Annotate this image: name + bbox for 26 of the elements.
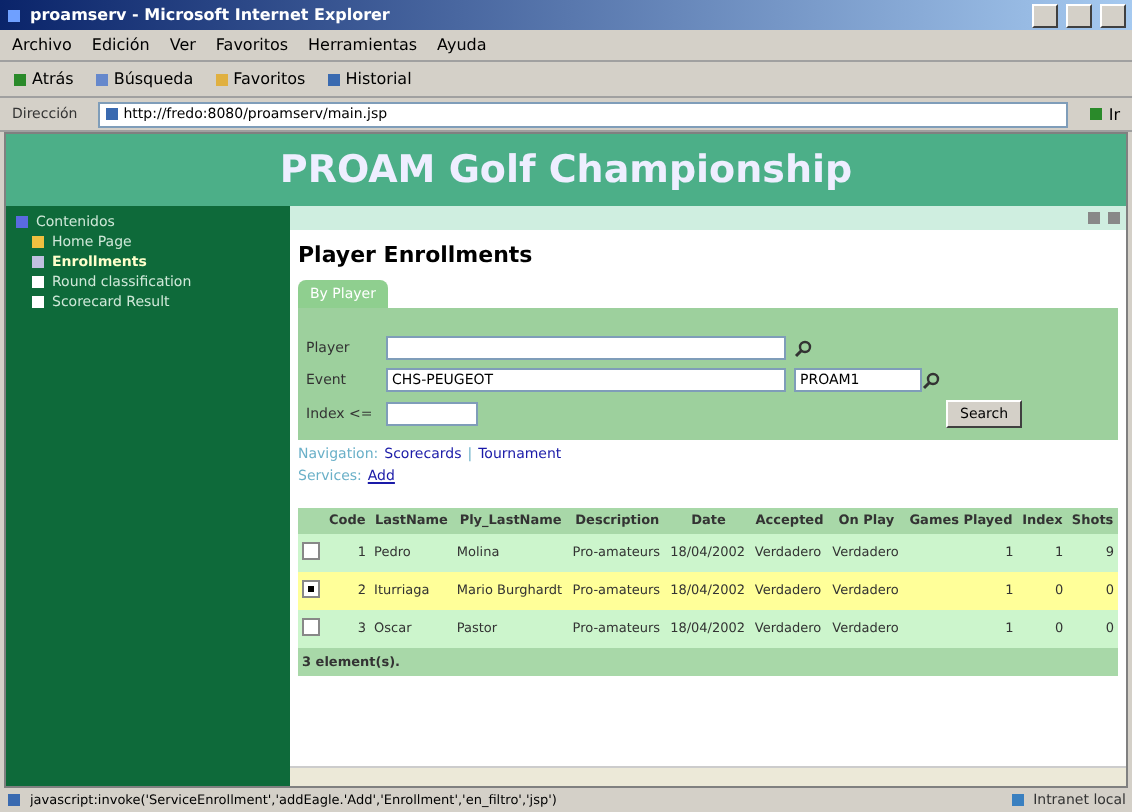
menu-item[interactable]: Ayuda xyxy=(437,36,487,54)
menu-item[interactable]: Favoritos xyxy=(215,36,289,54)
toolbar-button[interactable]: Búsqueda xyxy=(93,70,194,88)
toolbar-button[interactable]: Favoritos xyxy=(213,70,306,88)
toolbar-button[interactable]: Historial xyxy=(325,70,412,88)
menu-item[interactable]: Herramientas xyxy=(308,36,418,54)
row-checkbox[interactable] xyxy=(302,542,320,561)
close-button[interactable] xyxy=(1100,3,1126,27)
menu-item[interactable]: Archivo xyxy=(12,36,72,54)
maximize-button[interactable] xyxy=(1066,3,1092,27)
row-checkbox[interactable] xyxy=(302,618,320,637)
search-icon[interactable] xyxy=(922,371,940,389)
horizontal-scrollbar[interactable] xyxy=(290,766,1126,786)
banner-title: PROAM Golf Championship xyxy=(6,134,1126,206)
menu-item[interactable]: Ver xyxy=(169,36,196,54)
go-button[interactable]: Ir xyxy=(1088,105,1120,123)
window-title: proamserv - Microsoft Internet Explorer xyxy=(30,6,392,24)
table-header xyxy=(298,508,325,535)
menu-item[interactable]: Edición xyxy=(91,36,150,54)
index-field[interactable] xyxy=(386,402,478,426)
minimize-button[interactable] xyxy=(1032,3,1058,27)
toolbar-button[interactable]: Atrás xyxy=(12,70,74,88)
search-icon[interactable] xyxy=(794,339,812,357)
row-checkbox[interactable] xyxy=(302,580,320,599)
page-heading: Player Enrollments xyxy=(296,240,535,272)
player-field[interactable] xyxy=(386,336,786,360)
